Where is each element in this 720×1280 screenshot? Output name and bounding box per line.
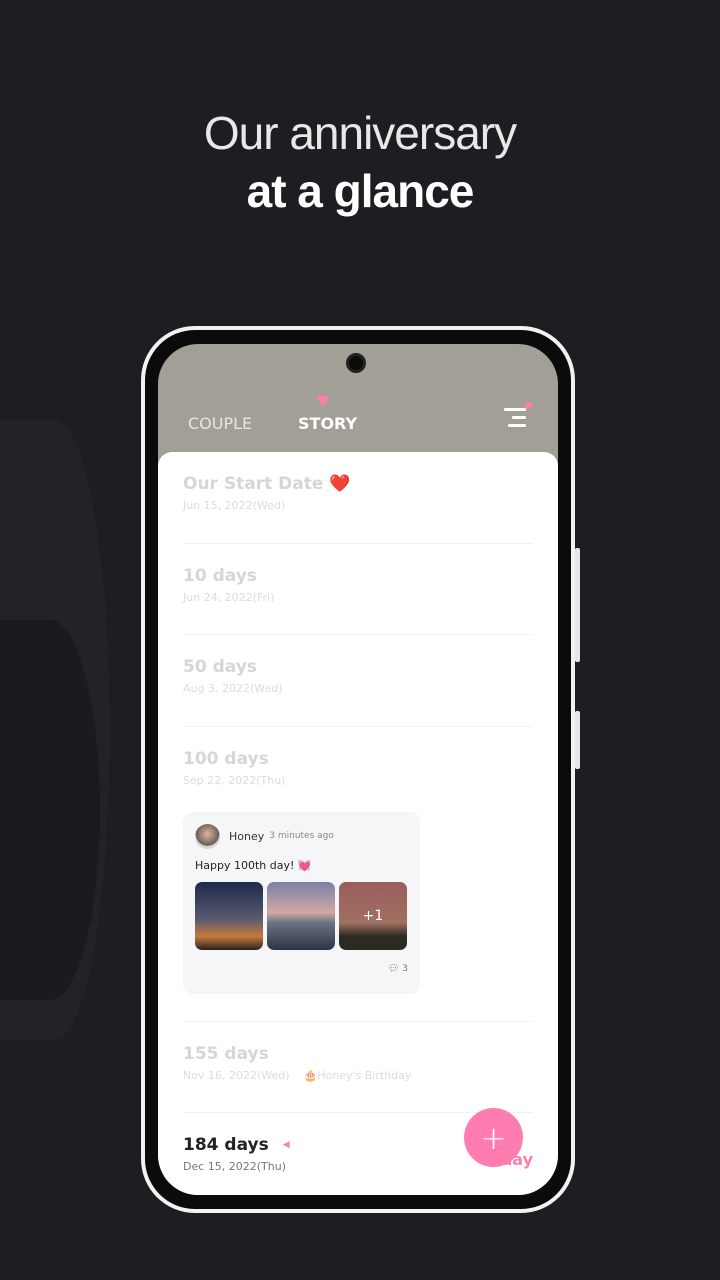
photo-thumbnail[interactable] [195,881,263,950]
phone-frame: ♥ COUPLE STORY Our Start Date ❤️ Jun 15,… [141,326,575,1213]
story-post-card[interactable]: Honey 3 minutes ago Happy 100th day! 💓 +… [183,811,420,994]
current-marker-icon: ◀ [282,1140,290,1150]
photo-thumbnail-more[interactable]: +1 [339,881,407,950]
add-button[interactable]: + [464,1108,523,1167]
notification-dot [525,402,532,409]
timeline-item[interactable]: 10 days Jun 24, 2022(Fri) [183,544,533,635]
item-event: 🎂Honey's Birthday [303,1068,412,1082]
post-message: Happy 100th day! 💓 [195,858,312,872]
timeline-item[interactable]: 100 days Sep 22, 2022(Thu) Honey 3 minut… [183,727,533,1022]
timeline-item[interactable]: Our Start Date ❤️ Jun 15, 2022(Wed) [183,452,533,544]
heart-icon: ♥ [316,392,330,410]
headline: Our anniversary at a glance [0,106,720,218]
item-date: Jun 15, 2022(Wed) [183,499,286,512]
item-title: Our Start Date ❤️ [183,474,351,494]
avatar[interactable] [195,823,220,849]
item-date: Aug 3, 2022(Wed) [183,682,283,695]
app-screen: ♥ COUPLE STORY Our Start Date ❤️ Jun 15,… [158,344,558,1195]
item-title: 100 days [183,748,269,769]
headline-line1: Our anniversary [203,107,517,159]
item-title: 184 days [183,1135,269,1155]
item-date: Sep 22, 2022(Thu) [183,773,286,787]
timeline-list: Our Start Date ❤️ Jun 15, 2022(Wed) 10 d… [158,452,558,1195]
comment-count[interactable]: 💬︎ 3 [195,964,408,974]
item-date: Jun 24, 2022(Fri) [183,590,275,604]
timeline-item[interactable]: 155 days Nov 16, 2022(Wed) 🎂Honey's Birth… [183,1022,533,1113]
comment-count-value: 3 [402,963,408,974]
more-photos-count: +1 [362,907,384,924]
menu-icon[interactable] [504,402,532,428]
item-title: 50 days [183,657,257,677]
post-time: 3 minutes ago [269,831,334,841]
comment-icon: 💬︎ [387,963,400,974]
photo-thumbnail[interactable] [267,881,335,950]
headline-line2: at a glance [246,165,475,217]
item-date: Nov 16, 2022(Wed) [183,1068,290,1082]
camera-icon [346,353,366,373]
phone-power-button [575,711,580,769]
item-title: 155 days [183,1043,269,1064]
timeline-item[interactable]: 50 days Aug 3, 2022(Wed) [183,635,533,727]
post-author: Honey [229,829,265,843]
phone-volume-button [575,548,580,662]
tab-couple[interactable]: COUPLE [188,414,252,433]
background-shape [0,620,100,1000]
item-title: 10 days [183,565,257,586]
tab-story[interactable]: STORY [298,414,357,433]
